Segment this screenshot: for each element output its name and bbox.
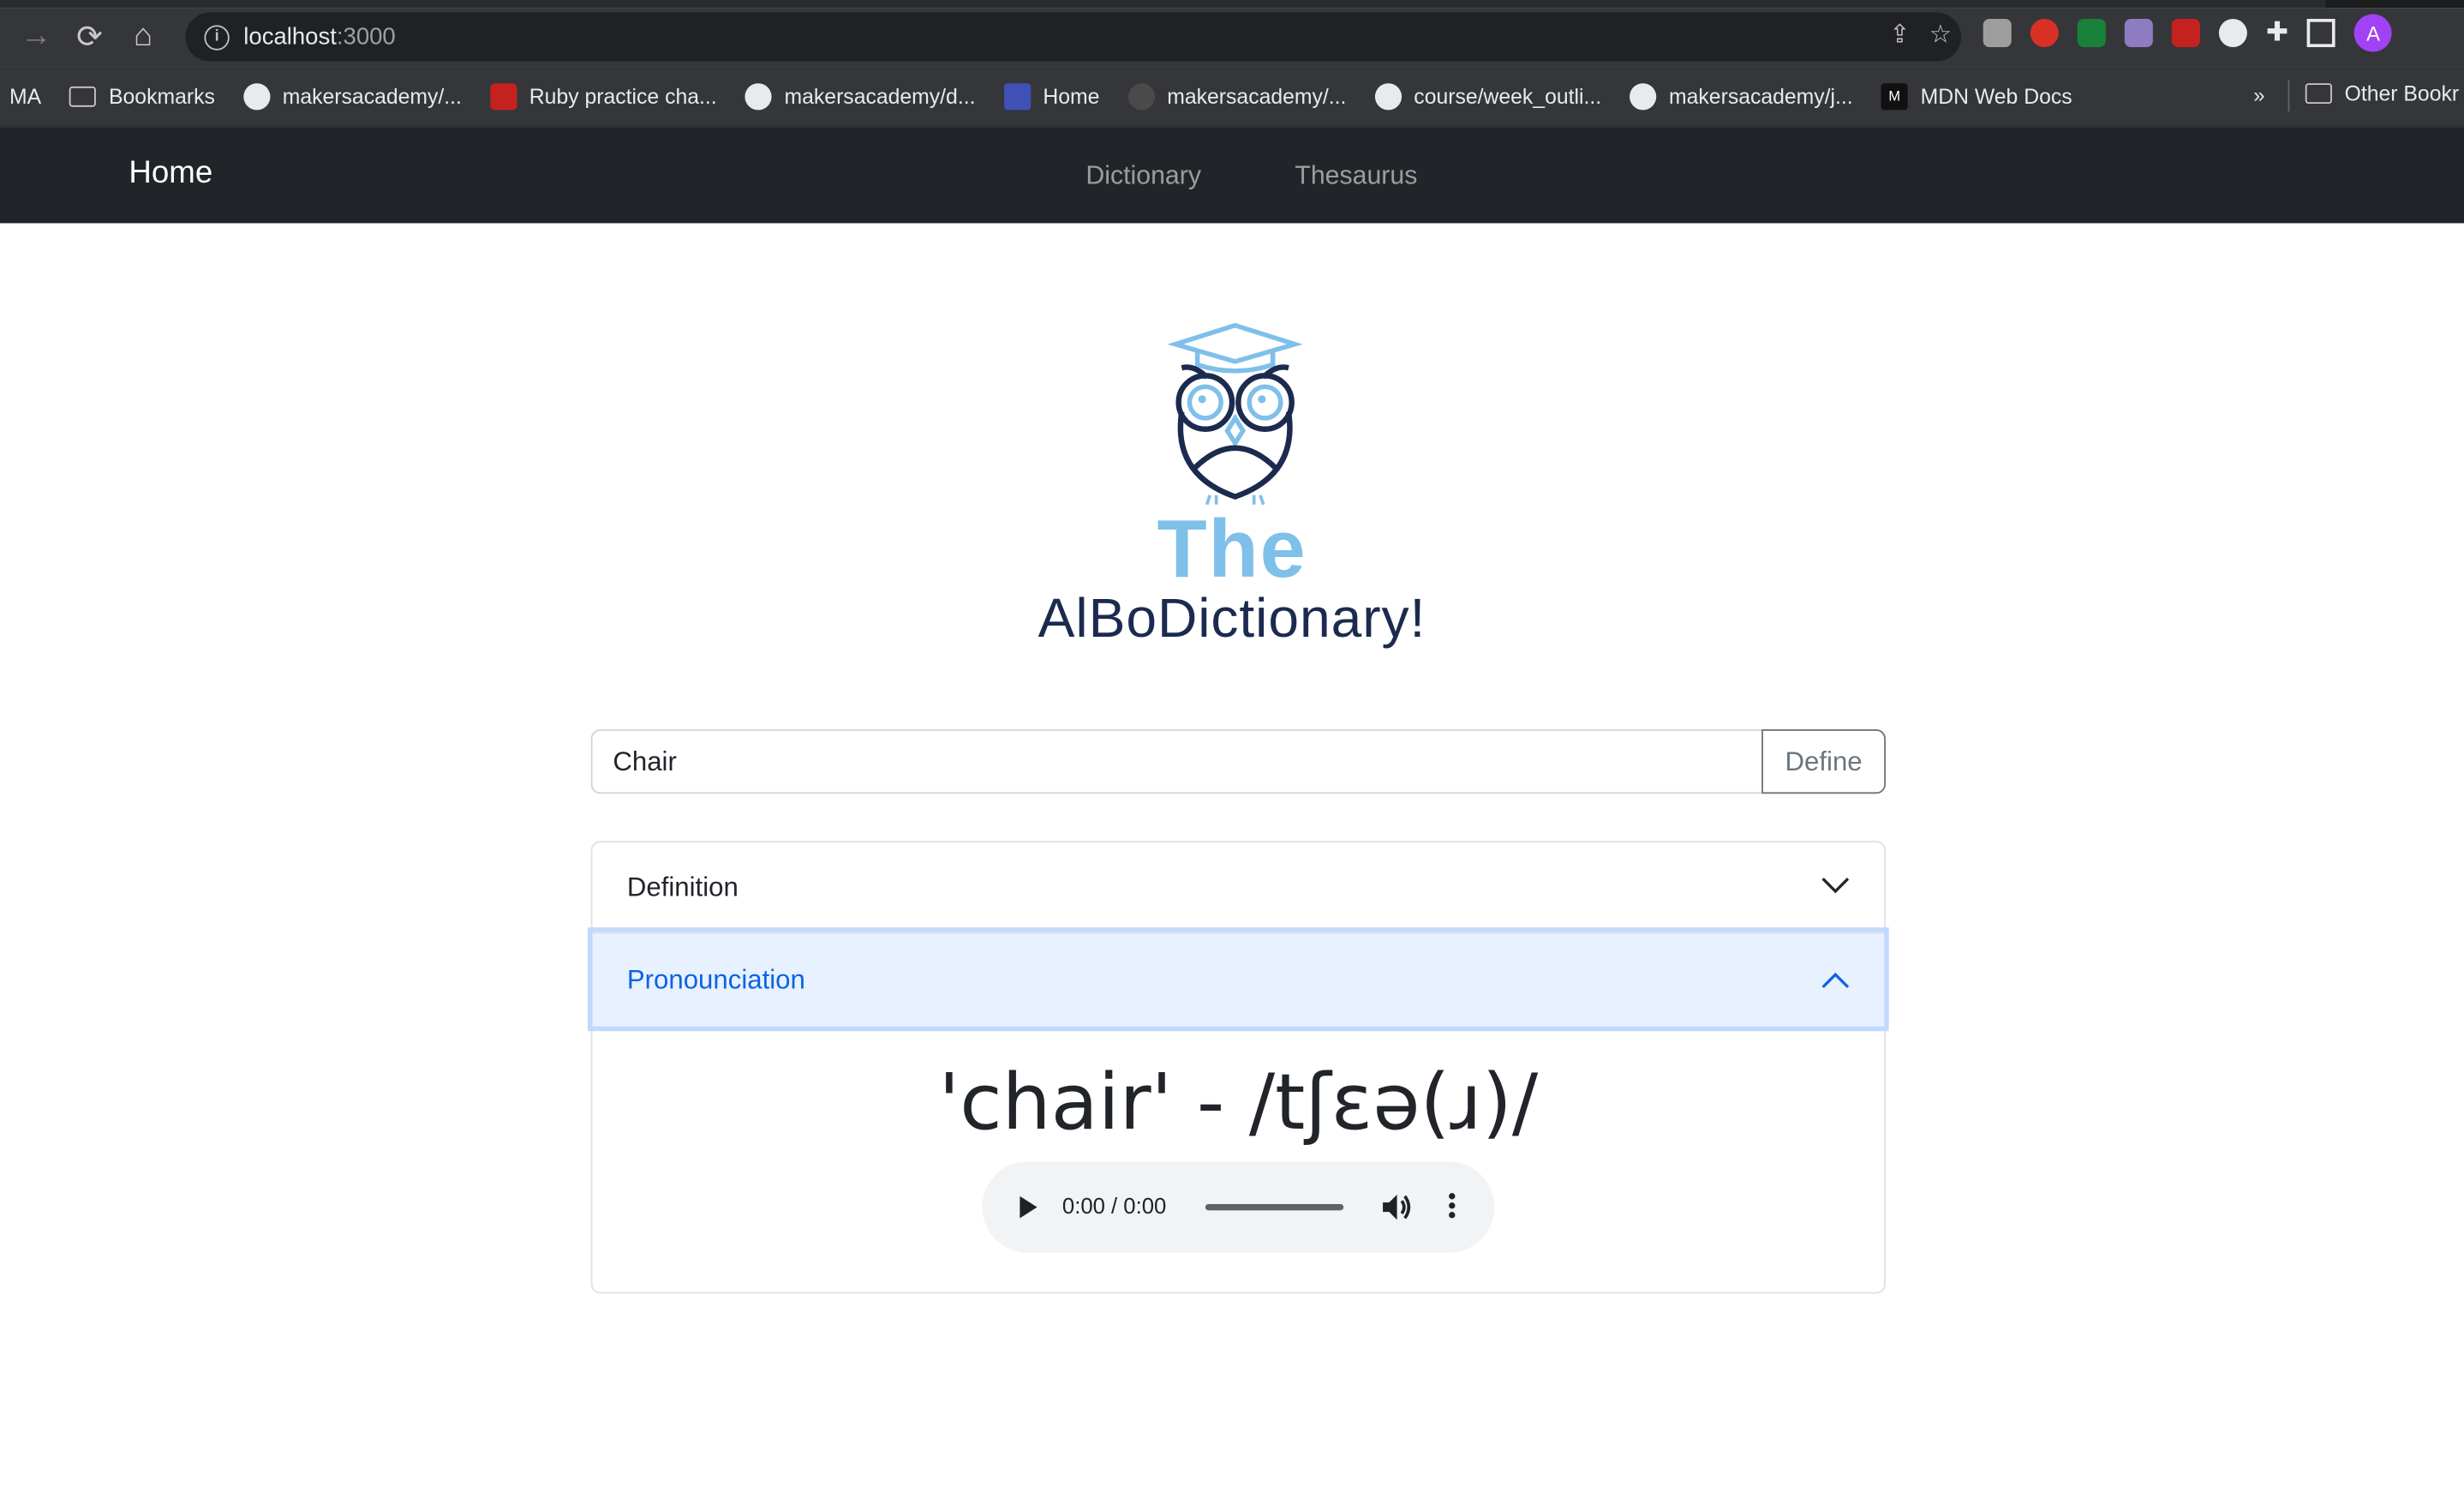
bookmark-label: MDN Web Docs: [1920, 84, 2072, 108]
logo-title-the: The: [1157, 504, 1307, 596]
search-form: Define: [590, 729, 1887, 794]
bookmark-item[interactable]: Ruby practice cha...: [489, 82, 717, 110]
forward-icon[interactable]: →: [9, 10, 63, 63]
url-port: :3000: [336, 23, 396, 51]
owl-logo-icon: [1167, 322, 1303, 506]
adblock-icon[interactable]: [2030, 19, 2059, 48]
github-icon: [242, 82, 271, 110]
extension-green-icon[interactable]: [2077, 19, 2106, 48]
share-icon[interactable]: ⇪: [1889, 19, 1911, 51]
main-content: The AlBoDictionary! Define Definition Pr…: [0, 223, 2464, 1491]
github-icon: [1374, 82, 1402, 110]
extension-icon[interactable]: [1983, 19, 2012, 48]
github-icon: [745, 82, 772, 110]
puzzle-extensions-icon[interactable]: ✚: [2266, 17, 2288, 49]
bookmark-label: MA: [9, 84, 42, 108]
bookmark-item[interactable]: makersacademy/...: [242, 82, 462, 110]
accordion-definition-header[interactable]: Definition: [592, 842, 1884, 932]
bookmark-label: makersacademy/...: [1167, 84, 1347, 108]
extension-red-icon[interactable]: [2171, 19, 2200, 48]
bookmark-item[interactable]: course/week_outli...: [1374, 82, 1602, 110]
bookmark-label: makersacademy/...: [282, 84, 462, 108]
bookmark-label: makersacademy/d...: [784, 84, 976, 108]
word-input[interactable]: [590, 729, 1762, 794]
profile-avatar[interactable]: A: [2354, 14, 2393, 52]
other-bookmarks[interactable]: Other Bookr: [2305, 81, 2460, 105]
nav-link-dictionary[interactable]: Dictionary: [1085, 162, 1201, 192]
more-options-icon[interactable]: [1449, 1193, 1456, 1221]
bookmark-label: Ruby practice cha...: [529, 84, 717, 108]
bookmark-item[interactable]: Bookmarks: [69, 84, 215, 108]
window-top-strip: [0, 0, 2464, 9]
accordion-pronunciation-label: Pronounciation: [626, 964, 805, 995]
nav-link-thesaurus[interactable]: Thesaurus: [1295, 162, 1417, 192]
other-bookmarks-label: Other Bookr: [2344, 81, 2460, 105]
navbar-home-link[interactable]: Home: [129, 156, 212, 192]
results-accordion: Definition Pronounciation 'chair' - /tʃɛ…: [590, 841, 1887, 1294]
volume-icon[interactable]: [1381, 1193, 1413, 1221]
extension-purple-icon[interactable]: [2124, 19, 2153, 48]
github-icon: [1127, 82, 1155, 110]
bookmark-item[interactable]: makersacademy/...: [1127, 82, 1347, 110]
folder-icon: [2305, 83, 2332, 105]
logo-title-name: AlBoDictionary!: [1038, 587, 1426, 650]
ruby-icon: [489, 82, 517, 110]
app-navbar: Home Dictionary Thesaurus: [0, 127, 2464, 224]
home-icon[interactable]: ⌂: [117, 10, 170, 63]
audio-player: 0:00 / 0:00: [982, 1161, 1495, 1253]
accordion-pronunciation-header[interactable]: Pronounciation: [592, 932, 1885, 1027]
bookmarks-separator: [2288, 80, 2290, 112]
chevron-up-icon: [1821, 972, 1850, 989]
bookmark-item[interactable]: makersacademy/j...: [1630, 82, 1853, 110]
url-host: localhost: [243, 23, 337, 51]
bookmarks-overflow-chevron[interactable]: »: [2253, 83, 2264, 107]
bookmark-label: makersacademy/j...: [1669, 84, 1853, 108]
github-icon: [1630, 82, 1657, 110]
accordion-pronunciation-body: 'chair' - /tʃɛə(ɹ)/ 0:00 / 0:00: [592, 1058, 1884, 1253]
chevron-down-icon: [1821, 878, 1850, 894]
site-info-icon[interactable]: i: [204, 24, 230, 50]
pronunciation-text: 'chair' - /tʃɛə(ɹ)/: [938, 1058, 1539, 1147]
accordion-definition-label: Definition: [626, 872, 739, 902]
bookmark-item[interactable]: MA: [9, 84, 41, 108]
bookmark-label: course/week_outli...: [1414, 84, 1602, 108]
address-bar[interactable]: i localhost:3000 ⇪ ☆: [185, 12, 1962, 62]
browser-toolbar: → ⟳ ⌂ i localhost:3000 ⇪ ☆ ✚ A: [0, 8, 2464, 67]
bookmark-star-icon[interactable]: ☆: [1929, 19, 1952, 51]
bookmark-item[interactable]: makersacademy/d...: [745, 82, 976, 110]
mdn-icon: M: [1881, 82, 1908, 110]
define-button[interactable]: Define: [1761, 729, 1887, 794]
play-icon[interactable]: [1020, 1195, 1038, 1219]
audio-progress-bar[interactable]: [1205, 1203, 1344, 1211]
side-panel-icon[interactable]: [2307, 19, 2336, 48]
extensions-area: ✚ A: [1983, 14, 2393, 52]
reload-icon[interactable]: ⟳: [63, 10, 116, 63]
bookmark-label: Home: [1043, 84, 1100, 108]
bookmark-label: Bookmarks: [109, 84, 215, 108]
active-tab-strip: [0, 0, 2326, 9]
folder-icon: [69, 85, 97, 106]
calendar-icon: [1003, 82, 1031, 110]
bookmark-item[interactable]: Home: [1003, 82, 1100, 110]
bookmarks-bar: MA Bookmarks makersacademy/... Ruby prac…: [0, 66, 2464, 128]
audio-time: 0:00 / 0:00: [1062, 1193, 1167, 1219]
extension-white-icon[interactable]: [2218, 19, 2247, 48]
bookmark-item[interactable]: M MDN Web Docs: [1881, 82, 2072, 110]
